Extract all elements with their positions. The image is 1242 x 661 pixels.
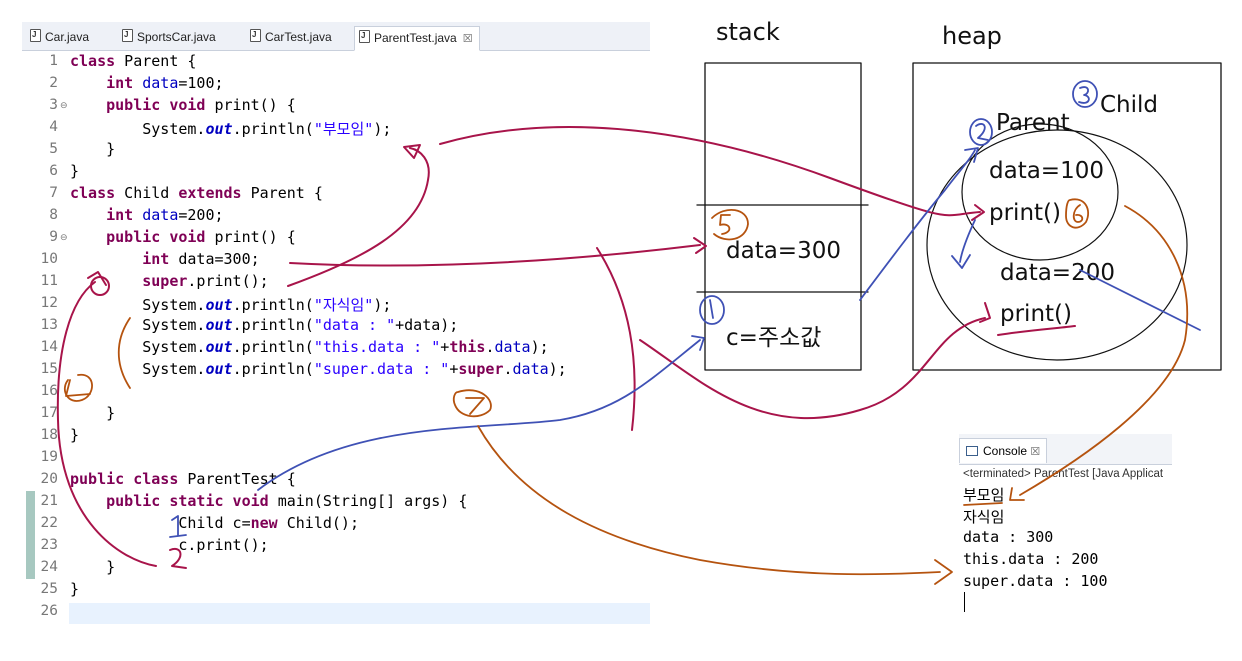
arrow-local-data [289, 244, 701, 267]
annotation-number-3 [1078, 86, 1090, 104]
underline-console-first [963, 502, 1003, 506]
annotation-number-2 [169, 547, 187, 569]
arrow-super-print-to-parent [439, 126, 981, 217]
underline-child-print [997, 325, 1076, 336]
arrow-println-stroke [596, 247, 636, 431]
annotation-number-4 [65, 379, 91, 397]
annotation-number-6 [1072, 204, 1084, 223]
arrow-main-to-child-print [56, 281, 157, 567]
arrow-to-console-output [477, 425, 941, 576]
annotation-overlay [56, 62, 1222, 585]
heap-box [912, 62, 1222, 371]
arrow-to-child-print [639, 317, 986, 420]
arrowhead [691, 335, 705, 351]
annotation-circle-2 [969, 118, 993, 146]
stack-box [704, 62, 862, 371]
arrow-parent-print-to-console [1019, 205, 1189, 496]
annotation-number-1 [169, 515, 187, 538]
arrow-ref-to-heap [859, 149, 976, 301]
arrow-parent-to-child [959, 219, 976, 263]
annotation-number-1 [709, 299, 714, 319]
annotation-circle [90, 276, 110, 296]
annotation-number-2 [975, 123, 989, 141]
annotation-circle-6 [1065, 198, 1090, 229]
bracket-mark [117, 317, 131, 389]
annotation-number-7 [465, 397, 485, 415]
annotation-number-5 [719, 214, 731, 235]
arrowhead [403, 144, 421, 159]
